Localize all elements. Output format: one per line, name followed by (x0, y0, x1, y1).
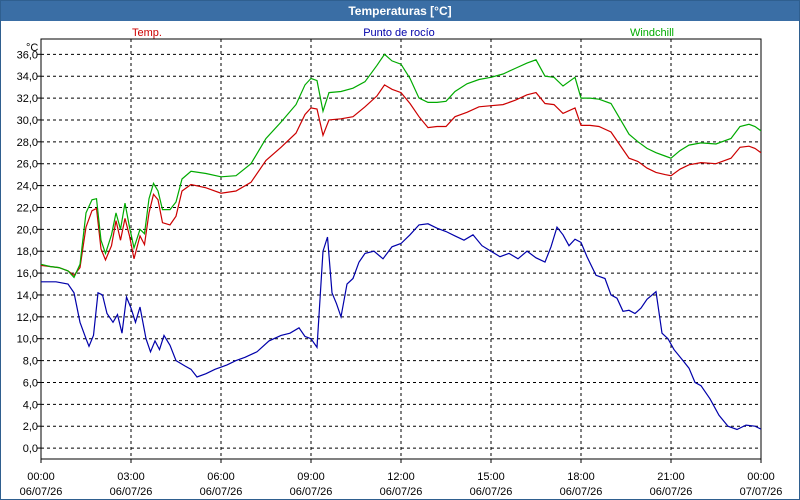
y-tick-label: 10,0 (17, 334, 38, 346)
series-lines (41, 53, 761, 431)
chart-window: Temperaturas [°C] 0,0 2,0 4,0 6,0 8,0 10,0 12,… (0, 0, 800, 500)
y-tick-label: 30,0 (17, 115, 38, 127)
legend-entry: Punto de rocío (363, 27, 435, 39)
x-tick-time: 15:00 (477, 471, 505, 483)
x-tick-date: 06/07/26 (290, 486, 333, 498)
x-tick-date: 06/07/26 (200, 486, 243, 498)
x-tick-time: 21:00 (657, 471, 685, 483)
x-tick-date: 06/07/26 (110, 486, 153, 498)
y-axis: 0,0 2,0 4,0 6,0 8,0 10,0 12,0 14,0 16,0 18,0 20,0 2… (17, 49, 41, 455)
y-tick-label: 4,0 (23, 399, 38, 411)
temperature-chart: 0,0 2,0 4,0 6,0 8,0 10,0 12,0 14,0 16,0 18,0 20,0 2… (17, 27, 783, 498)
x-tick-date: 06/07/26 (470, 486, 513, 498)
y-tick-label: 22,0 (17, 202, 38, 214)
legend-entry: Temp. (132, 27, 162, 39)
x-tick-date: 06/07/26 (20, 486, 63, 498)
x-tick-time: 03:00 (117, 471, 145, 483)
x-tick-date: 06/07/26 (650, 486, 693, 498)
y-tick-label: 20,0 (17, 224, 38, 236)
legend-entry: Windchill (630, 27, 674, 39)
x-axis: 00:00 06/07/26 03:00 06/07/26 06:00 06/07/26 0… (20, 459, 783, 498)
y-axis-label: °C (26, 42, 38, 54)
x-tick-time: 00:00 (27, 471, 55, 483)
y-tick-label: 0,0 (23, 443, 38, 455)
x-tick-time: 00:00 (747, 471, 775, 483)
x-tick-time: 09:00 (297, 471, 325, 483)
y-tick-label: 28,0 (17, 137, 38, 149)
x-tick-time: 18:00 (567, 471, 595, 483)
y-tick-label: 14,0 (17, 290, 38, 302)
x-tick-date: 06/07/26 (560, 486, 603, 498)
y-tick-label: 8,0 (23, 356, 38, 368)
y-tick-label: 16,0 (17, 268, 38, 280)
x-tick-date: 07/07/26 (740, 486, 783, 498)
series-line-punto-de-roc-o (41, 223, 761, 431)
y-tick-label: 24,0 (17, 181, 38, 193)
y-tick-label: 6,0 (23, 377, 38, 389)
y-tick-label: 2,0 (23, 421, 38, 433)
y-tick-label: 34,0 (17, 71, 38, 83)
y-tick-label: 18,0 (17, 246, 38, 258)
grid (41, 39, 761, 459)
y-tick-label: 26,0 (17, 159, 38, 171)
y-tick-label: 12,0 (17, 312, 38, 324)
x-tick-time: 06:00 (207, 471, 235, 483)
x-tick-time: 12:00 (387, 471, 415, 483)
legend: Temp. Punto de rocío Windchill (132, 27, 674, 39)
x-tick-date: 06/07/26 (380, 486, 423, 498)
y-tick-label: 32,0 (17, 93, 38, 105)
